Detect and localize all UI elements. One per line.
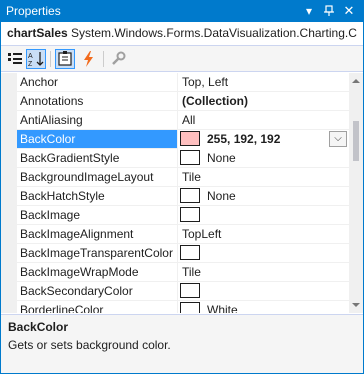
object-selector[interactable]: chartSales System.Windows.Forms.DataVisu… [1, 22, 363, 46]
properties-toolbar: A Z [1, 46, 363, 72]
color-swatch [180, 188, 200, 203]
property-name: BackColor [20, 132, 76, 146]
property-grid: Anchor Top, Left Annotations (Collection) An… [1, 73, 349, 313]
color-swatch [180, 283, 200, 298]
column-divider [177, 168, 178, 187]
property-name: BackImage [20, 208, 81, 222]
property-name: BackgroundImageLayout [20, 170, 154, 184]
property-value[interactable]: (Collection) [182, 94, 248, 108]
property-value[interactable]: None [207, 189, 236, 203]
categorized-button[interactable] [5, 49, 25, 69]
property-row-backsecondarycolor[interactable]: BackSecondaryColor [17, 282, 349, 301]
property-row-backimagealignment[interactable]: BackImageAlignment TopLeft [17, 225, 349, 244]
color-swatch [180, 207, 200, 222]
properties-icon [58, 51, 72, 66]
scroll-down-icon[interactable] [351, 300, 361, 310]
property-row-backimage[interactable]: BackImage [17, 206, 349, 225]
events-button[interactable] [79, 49, 99, 69]
events-icon [84, 51, 93, 67]
column-divider [177, 206, 178, 225]
property-value[interactable]: TopLeft [182, 227, 221, 241]
description-panel: BackColor Gets or sets background color. [1, 314, 363, 373]
close-icon[interactable]: ✕ [341, 3, 357, 19]
property-name: Annotations [20, 94, 84, 108]
alphabetical-icon: A Z [28, 52, 44, 68]
column-divider [177, 187, 178, 206]
column-divider [177, 282, 178, 301]
property-value[interactable]: None [207, 151, 236, 165]
pin-icon[interactable] [321, 3, 337, 19]
column-divider [177, 301, 178, 313]
column-divider [177, 244, 178, 263]
property-row-backgradientstyle[interactable]: BackGradientStyle None [17, 149, 349, 168]
description-title: BackColor [8, 320, 69, 334]
color-swatch [180, 131, 200, 146]
column-divider [177, 225, 178, 244]
scrollbar-thumb[interactable] [353, 121, 359, 161]
svg-text:A: A [28, 53, 33, 60]
property-row-borderlinecolor[interactable]: BorderlineColor White [17, 301, 349, 313]
property-name: AntiAliasing [20, 113, 83, 127]
window-menu-dropdown-icon[interactable]: ▾ [301, 3, 317, 19]
property-row-backgroundimagelayout[interactable]: BackgroundImageLayout Tile [17, 168, 349, 187]
property-name: BackImageAlignment [20, 227, 134, 241]
property-value[interactable]: 255, 192, 192 [207, 132, 280, 146]
toolbar-separator [103, 51, 104, 67]
property-name: BorderlineColor [20, 303, 104, 313]
property-pages-button[interactable] [108, 49, 128, 69]
value-dropdown-button[interactable]: ⌵ [329, 131, 347, 147]
grid-gutter [1, 73, 17, 313]
property-name: BackImageWrapMode [20, 265, 139, 279]
property-row-annotations[interactable]: Annotations (Collection) [17, 92, 349, 111]
column-divider [177, 149, 178, 168]
property-row-antialiasing[interactable]: AntiAliasing All [17, 111, 349, 130]
properties-button[interactable] [55, 49, 75, 69]
column-divider [177, 92, 178, 111]
window-title: Properties [6, 4, 61, 18]
property-value[interactable]: Tile [182, 265, 201, 279]
vertical-scrollbar[interactable] [349, 73, 363, 313]
svg-text:Z: Z [28, 61, 33, 68]
property-value[interactable]: Tile [182, 170, 201, 184]
color-swatch [180, 245, 200, 260]
color-swatch [180, 150, 200, 165]
property-value[interactable]: Top, Left [182, 75, 228, 89]
property-value[interactable]: White [207, 303, 238, 313]
alphabetical-button[interactable]: A Z [26, 49, 46, 69]
property-name: BackImageTransparentColor [20, 246, 173, 260]
scroll-up-icon[interactable] [351, 76, 361, 86]
object-name: chartSales [7, 26, 68, 40]
wrench-icon [112, 51, 126, 65]
property-name: BackHatchStyle [20, 189, 105, 203]
properties-window: Properties ▾ ✕ chartSales System.Windows… [0, 0, 364, 374]
property-row-backimagetransparentcolor[interactable]: BackImageTransparentColor [17, 244, 349, 263]
categorized-icon [8, 53, 22, 64]
color-swatch [180, 302, 200, 313]
property-name: Anchor [20, 75, 59, 89]
property-row-anchor[interactable]: Anchor Top, Left [17, 73, 349, 92]
column-divider [177, 263, 178, 282]
toolbar-separator [50, 51, 51, 67]
column-divider [177, 130, 178, 149]
property-value[interactable]: All [182, 113, 195, 127]
description-text: Gets or sets background color. [8, 338, 171, 352]
property-row-backhatchstyle[interactable]: BackHatchStyle None [17, 187, 349, 206]
column-divider [177, 73, 178, 92]
property-name: BackGradientStyle [20, 151, 120, 165]
property-name: BackSecondaryColor [20, 284, 133, 298]
property-row-backcolor[interactable]: BackColor 255, 192, 192 ⌵ [17, 130, 349, 149]
property-row-backimagewrapmode[interactable]: BackImageWrapMode Tile [17, 263, 349, 282]
object-type: System.Windows.Forms.DataVisualization.C… [71, 26, 357, 40]
title-bar: Properties ▾ ✕ [1, 1, 363, 22]
column-divider [177, 111, 178, 130]
